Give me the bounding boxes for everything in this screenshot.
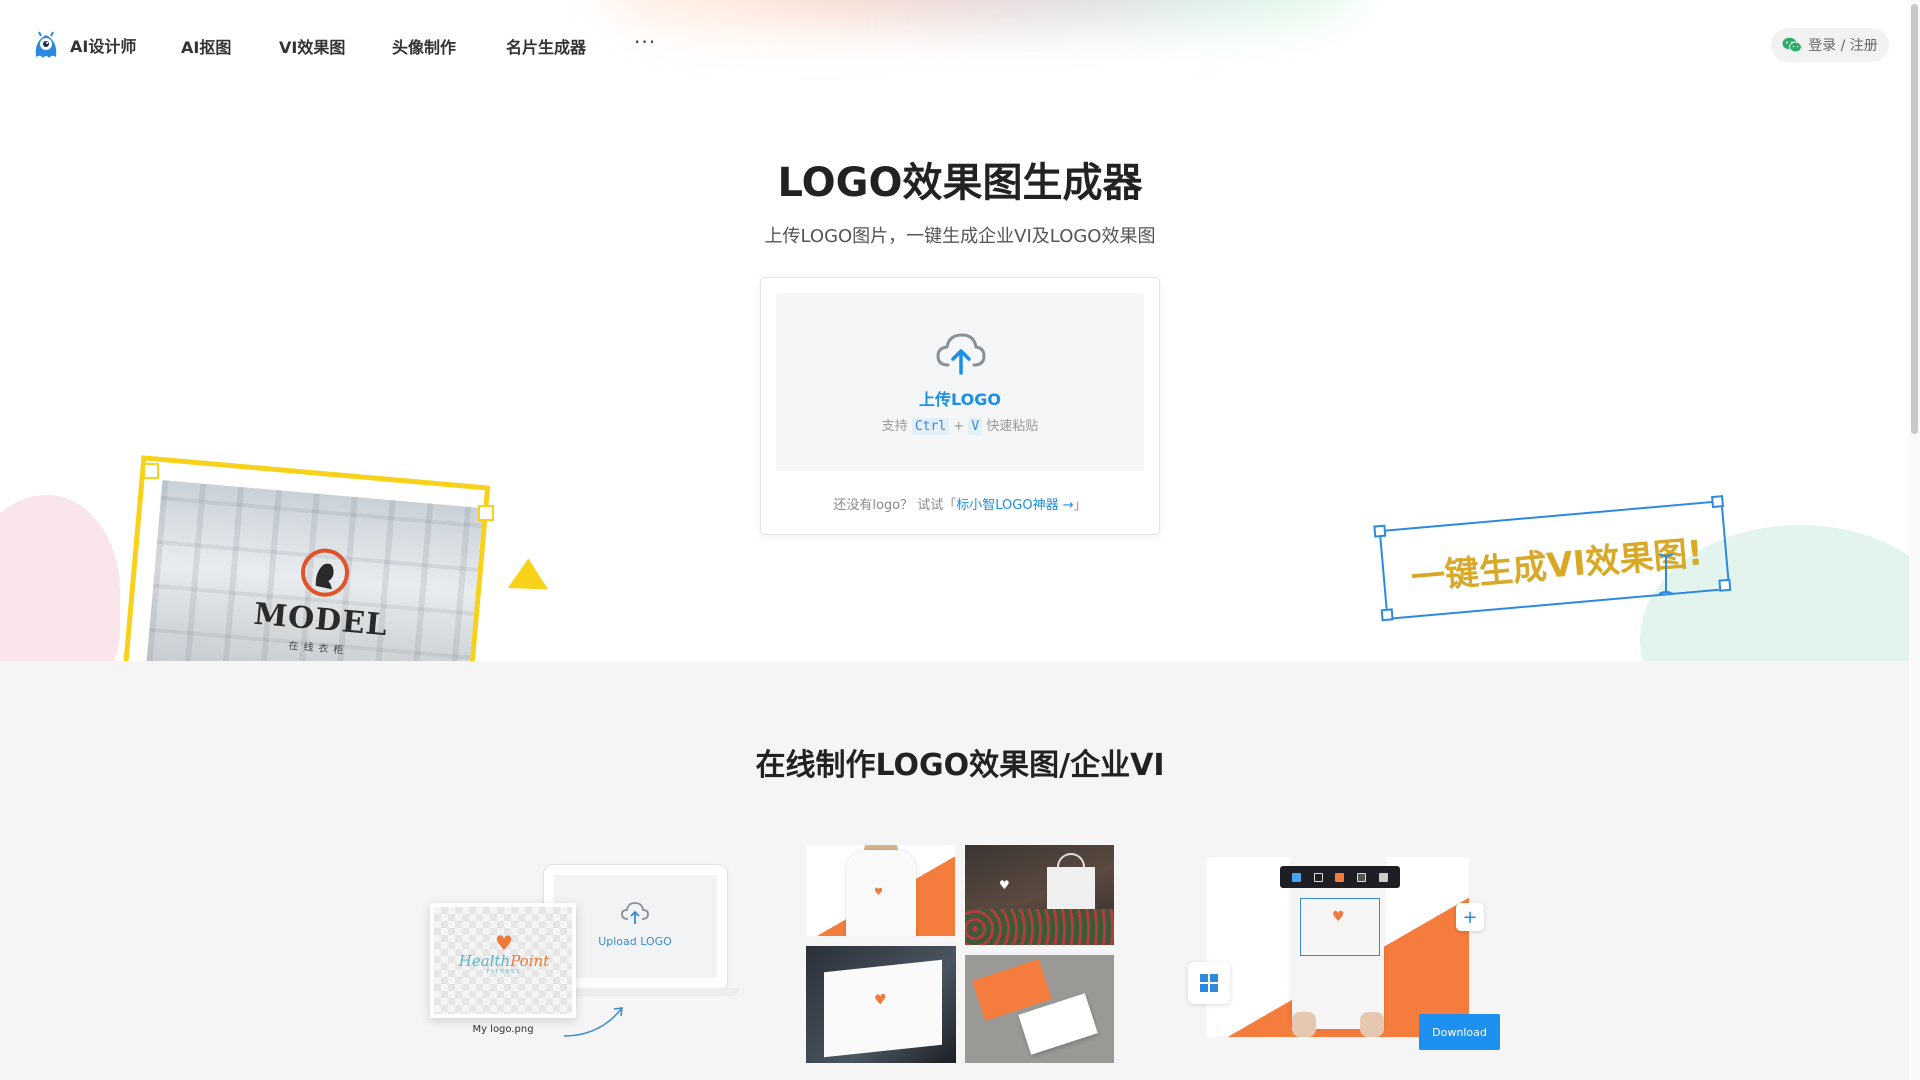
kbd-v: V xyxy=(968,418,983,435)
cloud-upload-icon xyxy=(936,333,986,375)
section-title: 在线制作LOGO效果图/企业VI xyxy=(755,748,1165,783)
features-section xyxy=(0,661,1920,1080)
image-tool-icon[interactable] xyxy=(1292,872,1302,882)
page-title: LOGO效果图生成器 xyxy=(777,160,1143,206)
resize-handle xyxy=(1718,578,1732,592)
upload-logo-caption: Upload LOGO xyxy=(598,935,672,948)
upload-logo-label: 上传LOGO xyxy=(919,390,1001,409)
no-logo-close: 」 xyxy=(1073,498,1087,513)
nav-glow-decoration xyxy=(600,0,1360,70)
layout-grid-button[interactable] xyxy=(1188,962,1230,1004)
paste-hint-suffix: 快速粘贴 xyxy=(986,419,1039,434)
resize-handle xyxy=(1373,524,1387,538)
resize-handle xyxy=(478,505,494,521)
grid-icon xyxy=(1200,974,1218,992)
text-cursor-icon xyxy=(1658,553,1674,595)
curved-arrow-icon xyxy=(563,1007,623,1037)
delete-tool-icon[interactable] xyxy=(1378,872,1388,882)
more-menu-icon[interactable]: ··· xyxy=(634,30,656,54)
color-tool-icon[interactable] xyxy=(1335,872,1345,882)
logo-file-preview: ♥ HealthPoint FITNESS xyxy=(430,903,576,1018)
resize-handle xyxy=(1711,495,1725,509)
logo-maker-link[interactable]: 标小智LOGO神器 → xyxy=(956,498,1073,513)
heart-icon: ♥ xyxy=(874,991,887,1009)
nav-item-business-card[interactable]: 名片生成器 xyxy=(506,34,586,58)
nav-item-avatar-maker[interactable]: 头像制作 xyxy=(392,34,456,58)
kbd-ctrl: Ctrl xyxy=(911,418,950,435)
nav-item-vi-mockup[interactable]: VI效果图 xyxy=(279,34,345,58)
model-hand xyxy=(1292,1012,1316,1037)
transparent-background: ♥ HealthPoint FITNESS xyxy=(434,907,572,1014)
business-card-mockup xyxy=(965,955,1114,1063)
nav-item-ai-cutout[interactable]: AI抠图 xyxy=(181,34,231,58)
tote-bag-mockup: ♥ xyxy=(965,845,1114,945)
top-nav: AI设计师 AI抠图 VI效果图 头像制作 名片生成器 ··· 登录 / 注册 xyxy=(0,0,1920,90)
scrollbar-thumb[interactable] xyxy=(1911,4,1918,434)
page-subtitle: 上传LOGO图片，一键生成企业VI及LOGO效果图 xyxy=(764,226,1156,247)
model-hand xyxy=(1360,1012,1384,1037)
add-element-button[interactable]: + xyxy=(1456,903,1484,931)
heart-icon: ♥ xyxy=(999,878,1010,892)
resize-handle xyxy=(143,463,159,479)
no-logo-text: 还没有logo？ 试试「 xyxy=(833,498,957,513)
signboard-mockup: ♥ xyxy=(806,946,956,1063)
hp-name-a: Health xyxy=(458,952,511,970)
login-label: 登录 / 注册 xyxy=(1808,38,1878,54)
editor-toolbar xyxy=(1280,866,1400,888)
brand-name: AI设计师 xyxy=(70,37,137,56)
yellow-pointer-icon xyxy=(507,558,557,608)
no-logo-hint: 还没有logo？ 试试「标小智LOGO神器 →」 xyxy=(761,494,1159,513)
mascot-logo-icon xyxy=(35,31,57,58)
model-silhouette-icon xyxy=(301,548,350,597)
brand-logo-link[interactable]: AI设计师 xyxy=(30,28,136,62)
kbd-plus: + xyxy=(953,419,965,434)
login-register-button[interactable]: 登录 / 注册 xyxy=(1771,28,1889,62)
heart-icon: ♥ xyxy=(495,931,513,955)
copy-tool-icon[interactable] xyxy=(1357,872,1367,882)
resize-handle xyxy=(1380,608,1394,622)
cloud-upload-icon xyxy=(621,902,649,924)
healthpoint-wordmark: HealthPoint xyxy=(454,953,554,969)
laptop-screen xyxy=(554,875,717,978)
heart-icon: ♥ xyxy=(874,887,883,898)
flowers xyxy=(965,909,1114,945)
file-name-caption: My logo.png xyxy=(472,1024,534,1035)
page-scrollbar[interactable] xyxy=(1909,0,1920,1080)
upload-card: 上传LOGO 支持 Ctrl + V 快速粘贴 还没有logo？ 试试「标小智L… xyxy=(760,277,1160,535)
crop-tool-icon[interactable] xyxy=(1313,872,1323,882)
logo-upload-dropzone[interactable]: 上传LOGO 支持 Ctrl + V 快速粘贴 xyxy=(776,293,1144,471)
sign-board: ♥ xyxy=(824,959,942,1058)
model-logo: MODEL 在线衣柜 xyxy=(248,541,397,661)
paste-hint: 支持 Ctrl + V 快速粘贴 xyxy=(776,415,1144,435)
paste-hint-prefix: 支持 xyxy=(881,419,908,434)
hp-name-b: Point xyxy=(510,952,550,970)
selection-box[interactable] xyxy=(1300,898,1380,956)
download-button[interactable]: Download xyxy=(1419,1014,1500,1050)
healthpoint-logo: ♥ HealthPoint FITNESS xyxy=(454,933,554,975)
wechat-icon xyxy=(1782,37,1803,53)
tshirt-mockup: ♥ xyxy=(806,845,955,936)
